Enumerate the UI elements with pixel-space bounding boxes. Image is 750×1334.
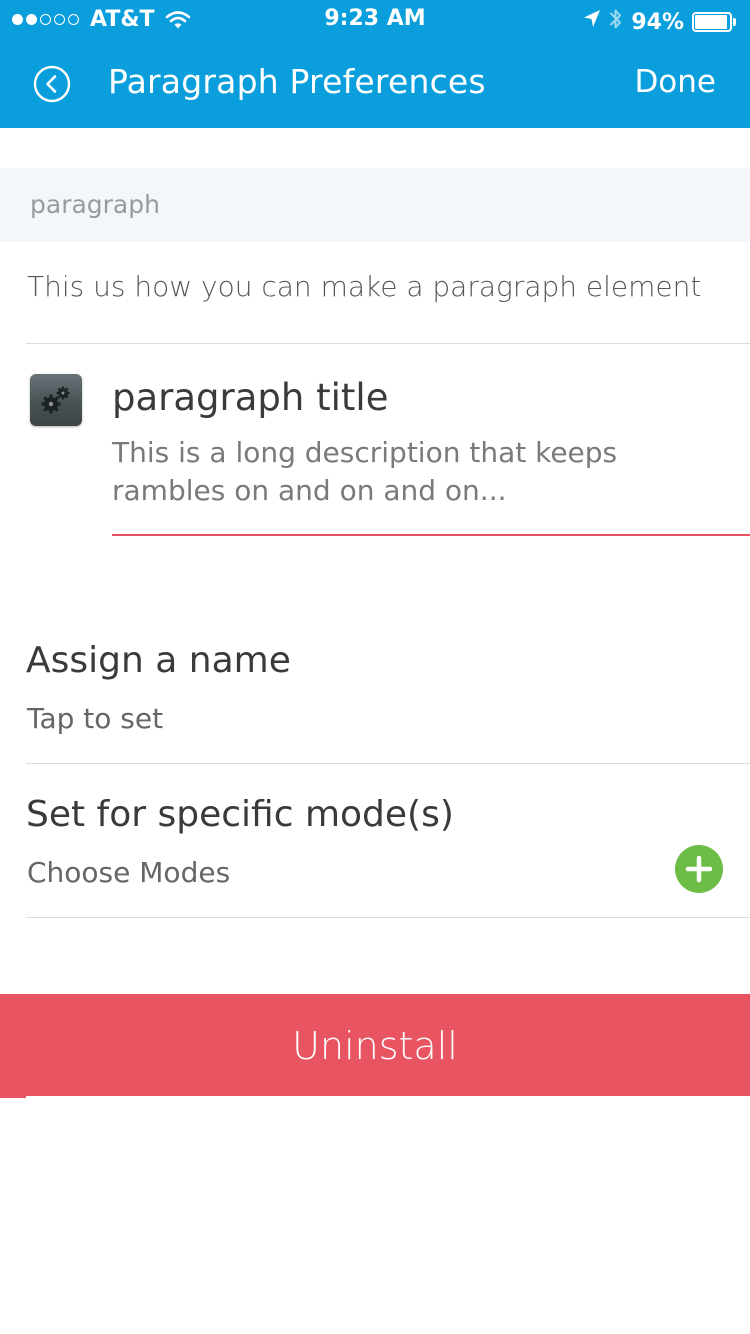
paragraph-underline [112, 534, 750, 536]
nav-bar: Paragraph Preferences Done [0, 40, 750, 128]
assign-name-title: Assign a name [26, 640, 291, 681]
section-header: paragraph [0, 168, 750, 242]
paragraph-element[interactable]: paragraph title This is a long descripti… [0, 344, 750, 536]
done-button[interactable]: Done [634, 64, 716, 100]
location-arrow-icon [583, 9, 601, 35]
battery-percent: 94% [631, 9, 684, 35]
add-mode-button[interactable] [675, 845, 723, 893]
divider [26, 763, 750, 764]
app-header: AT&T 9:23 AM 94% Paragraph Preferences D… [0, 0, 750, 128]
specific-modes-row[interactable]: Set for specific mode(s) Choose Modes [0, 774, 750, 918]
page-title: Paragraph Preferences [108, 62, 486, 101]
paragraph-title: paragraph title [112, 376, 389, 419]
assign-name-value: Tap to set [27, 702, 164, 735]
uninstall-button[interactable]: Uninstall [0, 994, 750, 1098]
plus-circle-icon [685, 855, 713, 883]
bluetooth-icon [609, 7, 623, 37]
uninstall-button-underline [26, 1096, 750, 1098]
specific-modes-title: Set for specific mode(s) [26, 794, 454, 835]
choose-modes-value: Choose Modes [27, 856, 231, 889]
assign-name-row[interactable]: Assign a name Tap to set [0, 620, 750, 764]
back-circle-icon [33, 65, 71, 103]
battery-icon [692, 12, 738, 32]
paragraph-description: This is a long description that keeps ra… [112, 436, 618, 507]
section-header-label: paragraph [30, 190, 160, 219]
back-button[interactable] [32, 64, 72, 104]
divider [26, 917, 750, 918]
status-right: 94% [575, 7, 738, 37]
status-bar: AT&T 9:23 AM 94% [0, 0, 750, 40]
section-description: This us how you can make a paragraph ele… [27, 270, 702, 303]
gear-icon [30, 374, 82, 426]
